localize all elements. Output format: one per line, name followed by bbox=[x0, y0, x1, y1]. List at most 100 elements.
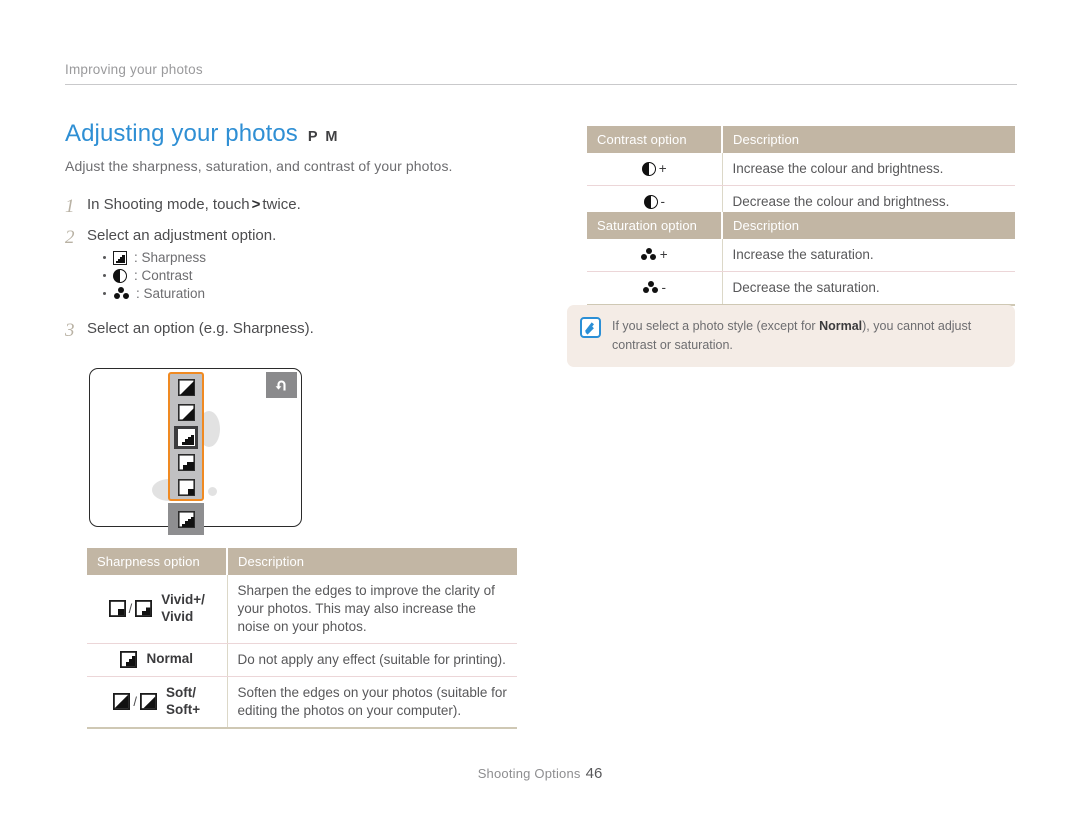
sharpness-soft-plus-icon[interactable] bbox=[174, 476, 198, 499]
table-row: / Vivid+/ Vivid Sharpen the edges to imp… bbox=[87, 575, 517, 644]
option-glyphs: / bbox=[113, 693, 157, 711]
page-title: Adjusting your photos bbox=[65, 120, 298, 147]
option-glyphs: / bbox=[108, 600, 153, 618]
note-bold-term: Normal bbox=[819, 319, 863, 333]
option-label-line: Vivid+/ bbox=[161, 592, 205, 608]
column-header-saturation-option: Saturation option bbox=[587, 212, 723, 239]
step-1-text-after: twice. bbox=[262, 196, 301, 213]
bullet-dot bbox=[103, 292, 106, 296]
column-header-contrast-option: Contrast option bbox=[587, 126, 723, 153]
glyph-separator: / bbox=[133, 694, 137, 710]
option-label-line: Soft/ bbox=[165, 684, 196, 700]
table-header-row: Saturation option Description bbox=[587, 212, 1015, 239]
running-head-text: Improving your photos bbox=[65, 62, 203, 77]
left-column: Adjusting your photos P M Adjust the sha… bbox=[65, 120, 535, 349]
step-text: Select an adjustment option. bbox=[87, 226, 277, 244]
table-row: / Soft/ Soft+ Soften the edges on your p… bbox=[87, 676, 517, 728]
saturation-option-cell: - bbox=[587, 271, 723, 305]
sharpness-vivid-icon bbox=[135, 600, 153, 618]
sharpness-extra-icon[interactable] bbox=[168, 503, 204, 535]
saturation-option-cell: + bbox=[587, 239, 723, 272]
step-2-body: Select an adjustment option. : Sharpness bbox=[87, 225, 276, 305]
sharpness-option-cell: / Soft/ Soft+ bbox=[87, 676, 228, 728]
sharpness-soft-icon[interactable] bbox=[174, 451, 198, 474]
back-arrow-icon bbox=[275, 380, 286, 390]
table-row: Normal Do not apply any effect (suitable… bbox=[87, 643, 517, 677]
description-cell: Decrease the saturation. bbox=[732, 279, 880, 295]
step-text: Select an option (e.g. Sharpness). bbox=[87, 320, 314, 338]
contrast-icon bbox=[643, 194, 658, 209]
step-number: 2 bbox=[65, 226, 75, 248]
description-cell: Sharpen the edges to improve the clarity… bbox=[227, 575, 517, 644]
step-number: 3 bbox=[65, 320, 75, 342]
column-header-sharpness-option: Sharpness option bbox=[87, 548, 228, 575]
option-sign: - bbox=[661, 279, 667, 295]
contrast-icon bbox=[113, 268, 127, 283]
glyph-separator: / bbox=[128, 601, 133, 617]
sharpness-soft-icon bbox=[113, 693, 131, 711]
sharpness-table: Sharpness option Description / Vivid+/ V… bbox=[87, 548, 517, 729]
footer-page-number: 46 bbox=[585, 765, 603, 782]
step-text: In Shooting mode, touch > twice. bbox=[87, 194, 301, 216]
list-item-saturation: : Saturation bbox=[103, 286, 276, 301]
step-2: 2 Select an adjustment option.: Sharpne… bbox=[65, 225, 535, 305]
note-pen-icon bbox=[580, 317, 601, 338]
list-item-label: : Sharpness bbox=[134, 250, 207, 266]
page-title-row: Adjusting your photos P M bbox=[65, 120, 535, 148]
table-header-row: Contrast option Description bbox=[587, 126, 1015, 153]
steps-list: 1 In Shooting mode, touch > twice. 2 Selec… bbox=[65, 194, 535, 345]
column-header-description: Description bbox=[722, 126, 1015, 153]
list-item-label: : Saturation bbox=[136, 286, 206, 302]
sharpness-normal-icon[interactable] bbox=[174, 426, 198, 449]
sharpness-vivid-plus-icon[interactable] bbox=[174, 376, 198, 399]
option-sign: - bbox=[660, 193, 666, 209]
list-item-label: : Contrast bbox=[134, 268, 193, 284]
contrast-table: Contrast option Description + Increase t… bbox=[587, 126, 1015, 220]
sharpness-soft-plus-icon bbox=[139, 693, 157, 711]
option-label: Vivid+/ Vivid bbox=[161, 592, 205, 626]
sharpness-vivid-plus-icon bbox=[108, 600, 126, 618]
option-sign: + bbox=[658, 161, 667, 176]
list-item-sharpness: : Sharpness bbox=[103, 250, 276, 265]
option-sign: + bbox=[659, 247, 668, 262]
saturation-icon bbox=[641, 248, 657, 261]
manual-page: Improving your photos Adjusting your pho… bbox=[0, 0, 1080, 815]
sharpness-option-strip[interactable] bbox=[168, 372, 204, 501]
sharpness-vivid-icon[interactable] bbox=[174, 401, 198, 424]
description-cell: Do not apply any effect (suitable for pr… bbox=[227, 643, 517, 677]
table-row: + Increase the colour and brightness. bbox=[587, 153, 1015, 186]
option-label: Normal bbox=[146, 651, 193, 667]
note-text: If you select a photo style (except for … bbox=[612, 317, 1001, 355]
saturation-icon bbox=[113, 287, 129, 300]
back-button[interactable] bbox=[266, 372, 297, 398]
description-cell: Increase the saturation. bbox=[722, 239, 1015, 272]
note-text-before: If you select a photo style (except for bbox=[612, 319, 820, 333]
step-1: 1 In Shooting mode, touch > twice. bbox=[65, 194, 535, 221]
page-subtitle: Adjust the sharpness, saturation, and co… bbox=[65, 158, 453, 174]
running-head: Improving your photos bbox=[65, 62, 1017, 85]
list-item-contrast: : Contrast bbox=[103, 268, 276, 283]
camera-screen-illustration bbox=[89, 368, 302, 535]
step-3: 3 Select an option (e.g. Sharpness). bbox=[65, 318, 535, 345]
sharpness-option-cell: / Vivid+/ Vivid bbox=[87, 575, 228, 644]
screen-blob bbox=[208, 487, 217, 496]
description-cell: Increase the colour and brightness. bbox=[722, 153, 1015, 186]
chevron-right-icon: > bbox=[251, 196, 261, 213]
table-row: - Decrease the saturation. bbox=[587, 271, 1015, 305]
bullet-dot bbox=[103, 274, 106, 278]
contrast-icon bbox=[641, 161, 656, 176]
option-label-line: Soft+ bbox=[165, 701, 201, 717]
table-row: + Increase the saturation. bbox=[587, 239, 1015, 272]
sharpness-icon bbox=[113, 250, 127, 265]
note-box: If you select a photo style (except for … bbox=[567, 305, 1015, 367]
description-cell: Soften the edges on your photos (suitabl… bbox=[237, 684, 507, 718]
adjustment-options-list: : Sharpness : Contrast : Saturation bbox=[103, 250, 276, 301]
sharpness-option-cell: Normal bbox=[87, 643, 228, 677]
footer-section-label: Shooting Options bbox=[477, 766, 581, 781]
mode-badges: P M bbox=[307, 129, 340, 145]
column-header-description: Description bbox=[722, 212, 1015, 239]
column-header-description: Description bbox=[227, 548, 517, 575]
saturation-table: Saturation option Description + Increase… bbox=[587, 212, 1015, 306]
bullet-dot bbox=[103, 256, 106, 260]
sharpness-normal-icon bbox=[120, 651, 138, 669]
